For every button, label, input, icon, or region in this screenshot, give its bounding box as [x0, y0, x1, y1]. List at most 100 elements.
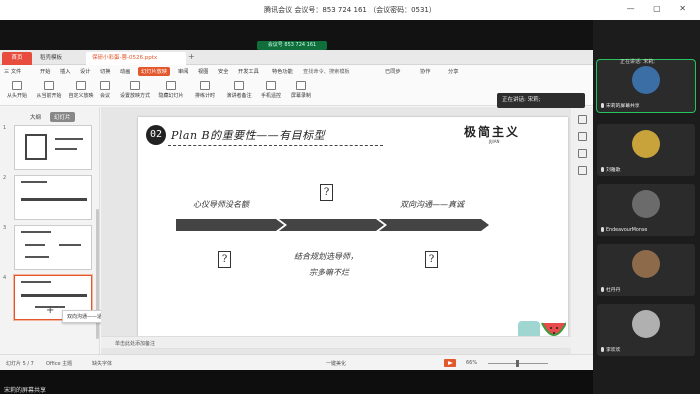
slide-thumbnail[interactable]: [14, 175, 92, 220]
question-box: ?: [425, 251, 438, 268]
menu-devtools[interactable]: 开发工具: [238, 68, 259, 75]
menu-insert[interactable]: 插入: [60, 68, 70, 75]
ribbon-hide-slide[interactable]: 隐藏幻灯片: [154, 81, 188, 99]
participant-tile[interactable]: 宋莉的屏幕共享: [597, 60, 695, 112]
ribbon-rehearse[interactable]: 排练计时: [188, 81, 222, 99]
speaking-toast: 正在讲话: 宋莉;: [497, 93, 585, 108]
sync-status[interactable]: 已同步: [385, 68, 401, 75]
participant-name: 杜丹丹: [601, 286, 620, 293]
new-tab-button[interactable]: +: [188, 52, 195, 61]
menu-security[interactable]: 安全: [218, 68, 228, 75]
participant-name-text: EndeavourMonse: [606, 228, 648, 233]
label-two-way-communication: 双向沟通——真诚: [400, 200, 464, 209]
slide-thumbnail[interactable]: [14, 125, 92, 170]
participant-name: 李欢欢: [601, 346, 620, 353]
meeting-id-pill[interactable]: 会议号 853 724 161: [257, 41, 327, 50]
ribbon-label: 屏幕录制: [290, 93, 311, 99]
tab-home[interactable]: 首页: [2, 52, 32, 65]
slide-title: Plan B的重要性——有目标型: [171, 129, 326, 142]
brand-logo: 极简主义: [464, 125, 521, 139]
participant-name: 宋莉的屏幕共享: [601, 102, 640, 109]
menubar: 三 文件 开始 插入 设计 切换 动画 幻灯片放映 审阅 视图 安全 开发工具 …: [0, 65, 593, 79]
ribbon-from-current[interactable]: 从当前开始: [32, 81, 66, 99]
zoom-slider-knob[interactable]: [516, 360, 519, 367]
ribbon-label: 隐藏幻灯片: [158, 93, 184, 99]
ribbon-label: 手机遥控: [260, 93, 281, 99]
menu-home[interactable]: 开始: [40, 68, 50, 75]
tab-outline[interactable]: 大纲: [30, 113, 41, 121]
meeting-bottom-bar: [0, 370, 593, 394]
ribbon-screen-record[interactable]: 屏幕录制: [284, 81, 318, 99]
statusbar: 幻灯片 5 / 7 Office 主题 缺失字体 一键美化 66%: [0, 354, 593, 370]
label-advisor-full: 心仪导师没名额: [193, 200, 249, 209]
participant-tile[interactable]: 李欢欢: [597, 304, 695, 356]
ribbon-from-start[interactable]: 从头开始: [0, 81, 34, 99]
avatar: [632, 310, 660, 338]
participant-name-text: 刘雅歌: [606, 168, 621, 173]
side-tool-icon[interactable]: [577, 132, 587, 141]
tab-template[interactable]: 稻壳模板: [34, 52, 84, 65]
current-slide[interactable]: 02 Plan B的重要性——有目标型 极简主义 JIJIAN 心仪导师没名额 …: [138, 117, 568, 347]
label-more-options: 宗多嘛不烂: [309, 268, 349, 277]
thumb-number: 1: [3, 125, 7, 131]
question-box: ?: [320, 184, 333, 201]
process-arrows: [176, 219, 489, 231]
doc-tabbar: 首页 稻壳模板 保研小彩蛋-蓉-0526.pptx +: [0, 50, 593, 65]
speaking-indicator: 正在讲话: 宋莉;: [620, 59, 655, 65]
ribbon-speaker-notes[interactable]: 演讲者备注: [222, 81, 256, 99]
participant-name: EndeavourMonse: [601, 227, 647, 233]
ribbon-label: 演讲者备注: [226, 93, 252, 99]
thumb-number: 3: [3, 225, 7, 231]
ribbon-phone-remote[interactable]: 手机遥控: [254, 81, 288, 99]
avatar: [632, 130, 660, 158]
arrow-segment: [176, 219, 284, 231]
mic-icon: [601, 227, 604, 232]
arrow-segment: [279, 219, 384, 231]
slide-section-number: 02: [146, 125, 166, 145]
ribbon-label: 会议: [99, 93, 110, 99]
menu-view[interactable]: 视图: [198, 68, 208, 75]
notes-bar[interactable]: 单击此处添加备注: [101, 336, 571, 348]
menu-animation[interactable]: 动画: [120, 68, 130, 75]
menu-design[interactable]: 设计: [80, 68, 90, 75]
participant-tile[interactable]: EndeavourMonse: [597, 184, 695, 236]
add-slide-button[interactable]: +: [46, 305, 54, 316]
side-tool-icon[interactable]: [577, 115, 587, 124]
screen-share-label: 宋莉的屏幕共享: [4, 387, 47, 394]
play-slideshow-button[interactable]: [444, 359, 456, 367]
meeting-title: 腾讯会议 会议号：853 724 161 （会议密码：0531）: [264, 6, 436, 14]
command-search[interactable]: 查找命令、搜索模板: [303, 68, 350, 75]
avatar: [632, 66, 660, 94]
mic-icon: [601, 103, 604, 108]
ribbon-meeting[interactable]: 会议: [88, 81, 122, 99]
missing-font[interactable]: 缺失字体: [92, 360, 112, 367]
menu-review[interactable]: 审阅: [178, 68, 188, 75]
menu-transition[interactable]: 切换: [100, 68, 110, 75]
thumb-number: 4: [3, 275, 7, 281]
participant-name: 刘雅歌: [601, 166, 620, 173]
menu-file[interactable]: 三 文件: [4, 68, 21, 75]
tab-slides[interactable]: 幻灯片: [50, 112, 75, 122]
ribbon-label: 从当前开始: [36, 93, 62, 99]
brand-subtitle: JIJIAN: [489, 139, 500, 144]
menu-collab[interactable]: 协作: [420, 68, 430, 75]
one-click-beautify[interactable]: 一键美化: [326, 360, 346, 367]
mic-icon: [601, 347, 604, 352]
slide-thumbnail[interactable]: [14, 225, 92, 270]
participant-tile[interactable]: 杜丹丹: [597, 244, 695, 296]
menu-share[interactable]: 分享: [448, 68, 458, 75]
side-toolbar: [571, 107, 593, 357]
notes-placeholder[interactable]: 单击此处添加备注: [115, 340, 155, 347]
side-tool-icon[interactable]: [577, 166, 587, 175]
menu-features[interactable]: 特色功能: [272, 68, 293, 75]
window-controls[interactable]: — ▢ ✕: [627, 4, 694, 13]
mic-icon: [601, 167, 604, 172]
arrow-segment: [379, 219, 489, 231]
participant-name-text: 杜丹丹: [606, 288, 621, 293]
menu-slideshow[interactable]: 幻灯片放映: [138, 67, 170, 76]
ribbon-show-settings[interactable]: 设置放映方式: [118, 81, 152, 99]
participant-tile[interactable]: 刘雅歌: [597, 124, 695, 176]
side-tool-icon[interactable]: [577, 149, 587, 158]
tab-pptx-file[interactable]: 保研小彩蛋-蓉-0526.pptx: [86, 52, 186, 65]
mic-icon: [601, 287, 604, 292]
